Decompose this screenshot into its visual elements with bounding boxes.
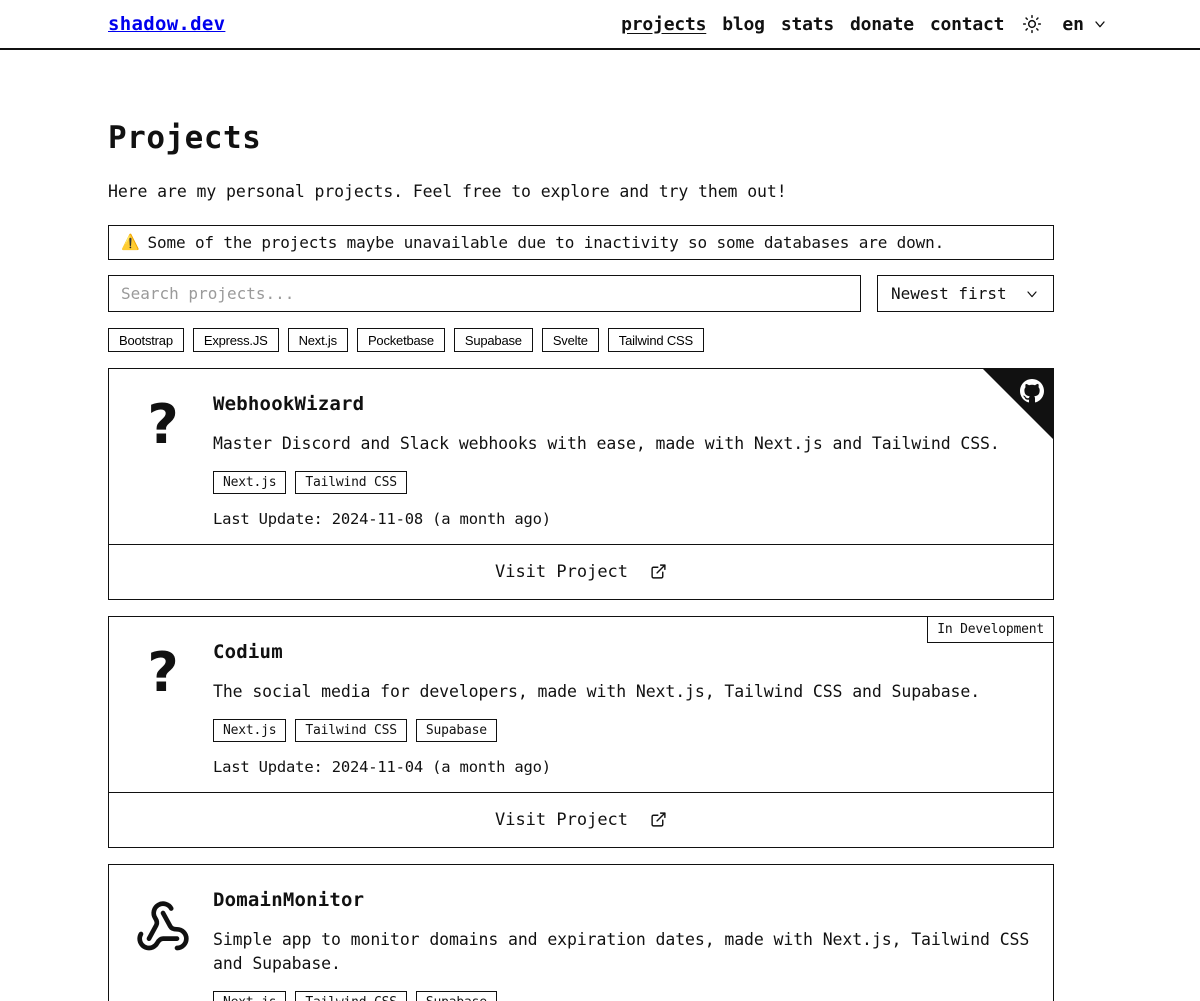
- question-mark-icon: ?: [147, 640, 179, 704]
- warning-banner: ⚠️ Some of the projects maybe unavailabl…: [108, 225, 1054, 260]
- project-tag: Next.js: [213, 470, 287, 494]
- filter-tag-tailwindcss[interactable]: Tailwind CSS: [607, 328, 704, 352]
- nav-item-blog[interactable]: blog: [722, 14, 765, 35]
- filter-tag-supabase[interactable]: Supabase: [453, 328, 533, 352]
- chevron-down-icon: [1024, 286, 1040, 302]
- project-tag: Next.js: [213, 990, 287, 1001]
- github-corner-link[interactable]: [983, 369, 1053, 439]
- page-title: Projects: [108, 120, 262, 156]
- external-link-icon: [650, 811, 667, 828]
- project-last-update: Last Update: 2024-11-08 (a month ago): [213, 509, 551, 528]
- project-tag: Supabase: [415, 990, 497, 1001]
- github-icon: [1020, 379, 1044, 403]
- project-info: Codium The social media for developers, …: [213, 635, 1033, 776]
- question-mark-icon: ?: [147, 393, 179, 456]
- project-info: WebhookWizard Master Discord and Slack w…: [213, 387, 1033, 528]
- project-tag-list: Next.js Tailwind CSS: [213, 470, 1033, 494]
- project-description: Master Discord and Slack webhooks with e…: [213, 434, 1000, 453]
- project-card-body: ? WebhookWizard Master Discord and Slack…: [109, 369, 1053, 544]
- visit-project-button[interactable]: Visit Project: [109, 791, 1053, 847]
- site-header: shadow.dev projects blog stats donate co…: [0, 0, 1200, 50]
- visit-project-label: Visit Project: [494, 561, 629, 582]
- filter-tag-expressjs[interactable]: Express.JS: [192, 328, 279, 352]
- filter-tag-svelte[interactable]: Svelte: [541, 328, 599, 352]
- sort-select-value: Newest first: [891, 284, 1007, 303]
- search-input[interactable]: [121, 284, 848, 303]
- project-logo: ?: [135, 635, 191, 776]
- sort-select[interactable]: Newest first: [877, 275, 1054, 312]
- search-box[interactable]: [108, 275, 861, 312]
- project-card: DomainMonitor Simple app to monitor doma…: [108, 863, 1054, 1001]
- project-title: DomainMonitor: [213, 888, 365, 911]
- tag-filter-list: Bootstrap Express.JS Next.js Pocketbase …: [108, 328, 1054, 352]
- language-selector[interactable]: en: [1062, 14, 1108, 35]
- nav-item-stats[interactable]: stats: [781, 14, 834, 35]
- language-label: en: [1062, 13, 1084, 35]
- project-logo: [135, 883, 191, 1001]
- nav-item-donate[interactable]: donate: [850, 14, 914, 35]
- project-last-update: Last Update: 2024-11-04 (a month ago): [213, 757, 551, 776]
- project-tag-list: Next.js Tailwind CSS Supabase: [213, 718, 1033, 742]
- visit-project-label: Visit Project: [494, 809, 629, 830]
- filter-tag-nextjs[interactable]: Next.js: [287, 328, 348, 352]
- project-info: DomainMonitor Simple app to monitor doma…: [213, 883, 1033, 1001]
- webhook-icon: [135, 899, 191, 1001]
- status-badge: In Development: [927, 616, 1053, 643]
- chevron-down-icon: [1092, 16, 1108, 32]
- external-link-icon: [650, 563, 667, 580]
- project-tag: Tailwind CSS: [295, 470, 407, 494]
- project-description: The social media for developers, made wi…: [213, 681, 981, 701]
- site-logo[interactable]: shadow.dev: [108, 13, 225, 35]
- warning-text: Some of the projects maybe unavailable d…: [147, 233, 945, 252]
- visit-project-button[interactable]: Visit Project: [109, 543, 1053, 599]
- project-tag: Next.js: [213, 718, 287, 742]
- filter-tag-pocketbase[interactable]: Pocketbase: [356, 328, 445, 352]
- page-subtitle: Here are my personal projects. Feel free…: [108, 182, 787, 201]
- nav-item-contact[interactable]: contact: [930, 14, 1005, 35]
- nav-item-projects[interactable]: projects: [621, 14, 706, 35]
- projects-controls: Newest first: [108, 275, 1054, 312]
- project-title: Codium: [213, 640, 283, 663]
- project-tag: Tailwind CSS: [295, 718, 407, 742]
- project-logo: ?: [135, 387, 191, 528]
- filter-tag-bootstrap[interactable]: Bootstrap: [108, 328, 184, 352]
- project-card-body: DomainMonitor Simple app to monitor doma…: [109, 865, 1053, 1001]
- project-card: In Development ? Codium The social media…: [108, 615, 1054, 848]
- project-tag: Supabase: [415, 718, 497, 742]
- page-content: Projects Here are my personal projects. …: [0, 120, 1200, 1001]
- project-tag-list: Next.js Tailwind CSS Supabase: [213, 990, 1033, 1001]
- sun-icon[interactable]: [1022, 14, 1042, 34]
- project-description: Simple app to monitor domains and expira…: [213, 929, 1030, 973]
- project-tag: Tailwind CSS: [295, 990, 407, 1001]
- project-card-body: ? Codium The social media for developers…: [109, 617, 1053, 792]
- project-title: WebhookWizard: [213, 393, 365, 415]
- project-card: ? WebhookWizard Master Discord and Slack…: [108, 368, 1054, 600]
- main-navigation: projects blog stats donate contact en: [621, 14, 1108, 35]
- warning-icon: ⚠️: [121, 233, 140, 251]
